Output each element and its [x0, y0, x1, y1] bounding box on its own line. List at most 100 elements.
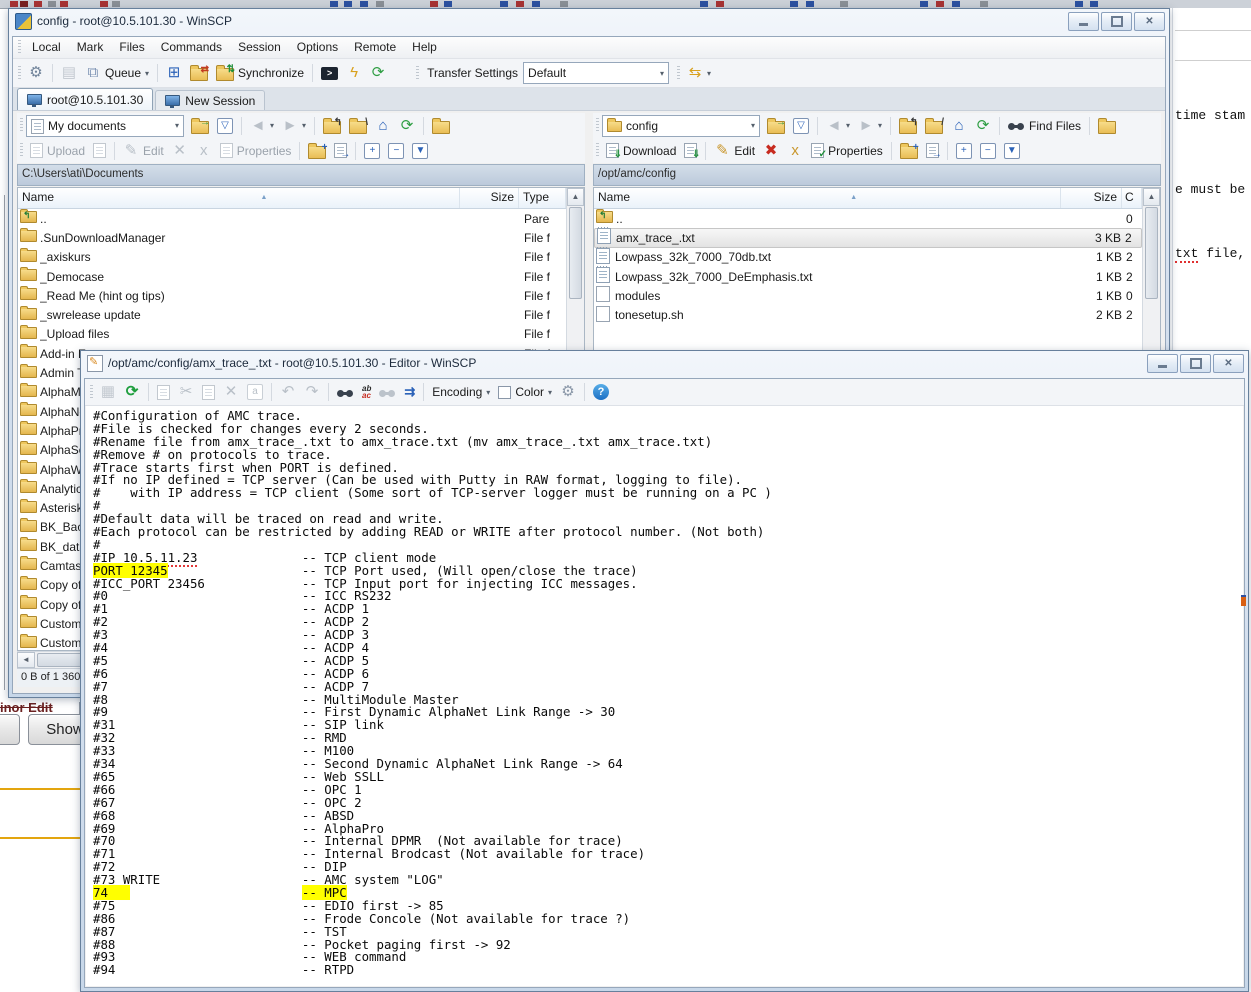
download-icon[interactable]: ⇓Download — [603, 141, 679, 160]
rename-icon[interactable]: x — [784, 141, 806, 161]
file-row[interactable]: _axiskursFile f — [18, 248, 566, 267]
preferences-gear-icon[interactable]: ⚙ — [25, 63, 47, 83]
refresh-session-icon[interactable]: ⟳ — [367, 63, 389, 83]
remote-directory-combobox[interactable]: config ▾ — [602, 115, 760, 137]
help-icon[interactable]: ? — [590, 382, 612, 402]
refresh-icon[interactable]: ⟳ — [396, 116, 418, 136]
menu-files[interactable]: Files — [111, 40, 152, 54]
scrollbar-thumb[interactable] — [1145, 207, 1158, 299]
copy-icon[interactable] — [154, 383, 173, 402]
restore-button[interactable] — [1180, 354, 1211, 373]
file-row[interactable]: _swrelease updateFile f — [18, 305, 566, 324]
collapse-tree-icon[interactable]: − — [385, 141, 407, 161]
main-titlebar[interactable]: config - root@10.5.101.30 - WinSCP ✕ — [9, 9, 1169, 33]
follow-symlink-icon[interactable] — [429, 116, 453, 136]
expand-tree-icon[interactable]: + — [361, 141, 383, 161]
menu-session[interactable]: Session — [230, 40, 289, 54]
queue-toggle-icon[interactable]: ▤ — [58, 63, 80, 83]
file-row[interactable]: ..Pare — [18, 209, 566, 228]
file-row[interactable]: _DemocaseFile f — [18, 267, 566, 286]
find-files-icon[interactable]: Find Files — [1005, 117, 1084, 135]
undo-icon[interactable]: ↶ — [277, 382, 299, 402]
collapse-tree-icon[interactable]: − — [977, 141, 999, 161]
goto-line-icon[interactable]: ⇉ — [401, 382, 418, 402]
filter-icon[interactable]: ▽ — [790, 116, 812, 136]
follow-symlink-icon[interactable] — [1095, 116, 1119, 136]
file-row[interactable]: modules1 KB0 — [594, 286, 1142, 305]
expand-tree-icon[interactable]: + — [953, 141, 975, 161]
column-header-size[interactable]: Size — [1061, 188, 1122, 208]
menu-mark[interactable]: Mark — [69, 40, 112, 54]
menu-commands[interactable]: Commands — [153, 40, 230, 54]
menu-options[interactable]: Options — [289, 40, 346, 54]
select-all-icon[interactable]: a — [244, 382, 266, 402]
open-directory-icon[interactable]: → — [188, 116, 212, 136]
scroll-up-icon[interactable]: ▲ — [567, 188, 584, 206]
edit-icon[interactable]: ✎Edit — [711, 141, 758, 161]
scrollbar-thumb[interactable] — [569, 207, 582, 299]
menu-remote[interactable]: Remote — [346, 40, 404, 54]
create-link-icon[interactable]: → — [923, 141, 942, 160]
forward-icon[interactable]: ►▾ — [855, 116, 885, 136]
transfer-options-icon[interactable]: ⇆▾ — [684, 63, 714, 83]
editor-preferences-icon[interactable]: ⚙ — [557, 382, 579, 402]
file-row[interactable]: _Read Me (hint og tips)File f — [18, 286, 566, 305]
save-icon[interactable]: ▦ — [97, 382, 119, 402]
file-row[interactable]: Lowpass_32k_7000_DeEmphasis.txt1 KB2 — [594, 267, 1142, 286]
root-directory-icon[interactable]: \ — [346, 116, 370, 136]
synchronize-icon[interactable]: ⇅Synchronize — [213, 63, 307, 83]
file-row[interactable]: ..0 — [594, 209, 1142, 228]
create-directory-icon[interactable]: + — [897, 141, 921, 161]
menu-help[interactable]: Help — [404, 40, 445, 54]
file-row[interactable]: .SunDownloadManagerFile f — [18, 228, 566, 247]
commander-panels-icon[interactable]: ⊞ — [163, 63, 185, 83]
replace-icon[interactable]: abac — [359, 383, 374, 401]
forward-icon[interactable]: ►▾ — [279, 116, 309, 136]
color-menu-button[interactable]: Color▾ — [495, 383, 555, 401]
close-button[interactable]: ✕ — [1213, 354, 1244, 373]
column-header-type[interactable]: Type — [519, 188, 566, 208]
file-row[interactable]: _Upload filesFile f — [18, 325, 566, 344]
file-row[interactable]: tonesetup.sh2 KB2 — [594, 305, 1142, 324]
minimize-button[interactable] — [1147, 354, 1178, 373]
color-menu-button-checkbox[interactable] — [498, 386, 511, 399]
session-tab-new[interactable]: New Session — [155, 90, 265, 110]
encoding-menu-button[interactable]: Encoding▾ — [429, 383, 493, 401]
menu-local[interactable]: Local — [24, 40, 69, 54]
restore-button[interactable] — [1101, 12, 1132, 31]
properties-icon[interactable]: Properties — [217, 141, 295, 160]
filter-files-icon[interactable]: ▼ — [409, 141, 431, 161]
find-next-icon[interactable] — [376, 384, 399, 401]
refresh-icon[interactable]: ⟳ — [972, 116, 994, 136]
open-directory-icon[interactable]: → — [764, 116, 788, 136]
open-terminal-icon[interactable]: > — [318, 65, 341, 82]
properties-icon[interactable]: ✓Properties — [808, 141, 886, 160]
column-header-changed[interactable]: C — [1122, 188, 1142, 208]
back-icon[interactable]: ◄▾ — [823, 116, 853, 136]
home-icon[interactable]: ⌂ — [372, 116, 394, 136]
column-header-name[interactable]: Name▲ — [18, 188, 460, 208]
swap-panels-icon[interactable]: ⇄ — [187, 63, 211, 83]
local-directory-combobox[interactable]: My documents ▾ — [26, 115, 184, 137]
upload-icon[interactable]: Upload — [27, 141, 88, 160]
paste-icon[interactable] — [199, 383, 218, 402]
transfer-settings-combobox[interactable]: Default ▾ — [523, 62, 669, 84]
file-row[interactable]: Lowpass_32k_7000_70db.txt1 KB2 — [594, 248, 1142, 267]
delete-icon[interactable]: ✕ — [169, 141, 191, 161]
home-icon[interactable]: ⌂ — [948, 116, 970, 136]
rename-icon[interactable]: x — [193, 141, 215, 161]
cut-icon[interactable]: ✂ — [175, 382, 197, 402]
delete-icon[interactable]: ✖ — [760, 141, 782, 161]
scroll-up-icon[interactable]: ▲ — [1143, 188, 1160, 206]
minimize-button[interactable] — [1068, 12, 1099, 31]
create-directory-icon[interactable]: + — [305, 141, 329, 161]
session-tab-root[interactable]: root@10.5.101.30 — [17, 88, 153, 110]
download-background-icon[interactable]: ⇓ — [681, 141, 700, 160]
queue-icon[interactable]: ⧉Queue▾ — [82, 63, 152, 83]
delete-icon[interactable]: ✕ — [220, 382, 242, 402]
file-row[interactable]: amx_trace_.txt3 KB2 — [594, 228, 1142, 247]
column-header-size[interactable]: Size — [460, 188, 519, 208]
partial-button[interactable] — [0, 714, 20, 745]
parent-directory-icon[interactable]: ↰ — [320, 116, 344, 136]
close-button[interactable]: ✕ — [1134, 12, 1165, 31]
